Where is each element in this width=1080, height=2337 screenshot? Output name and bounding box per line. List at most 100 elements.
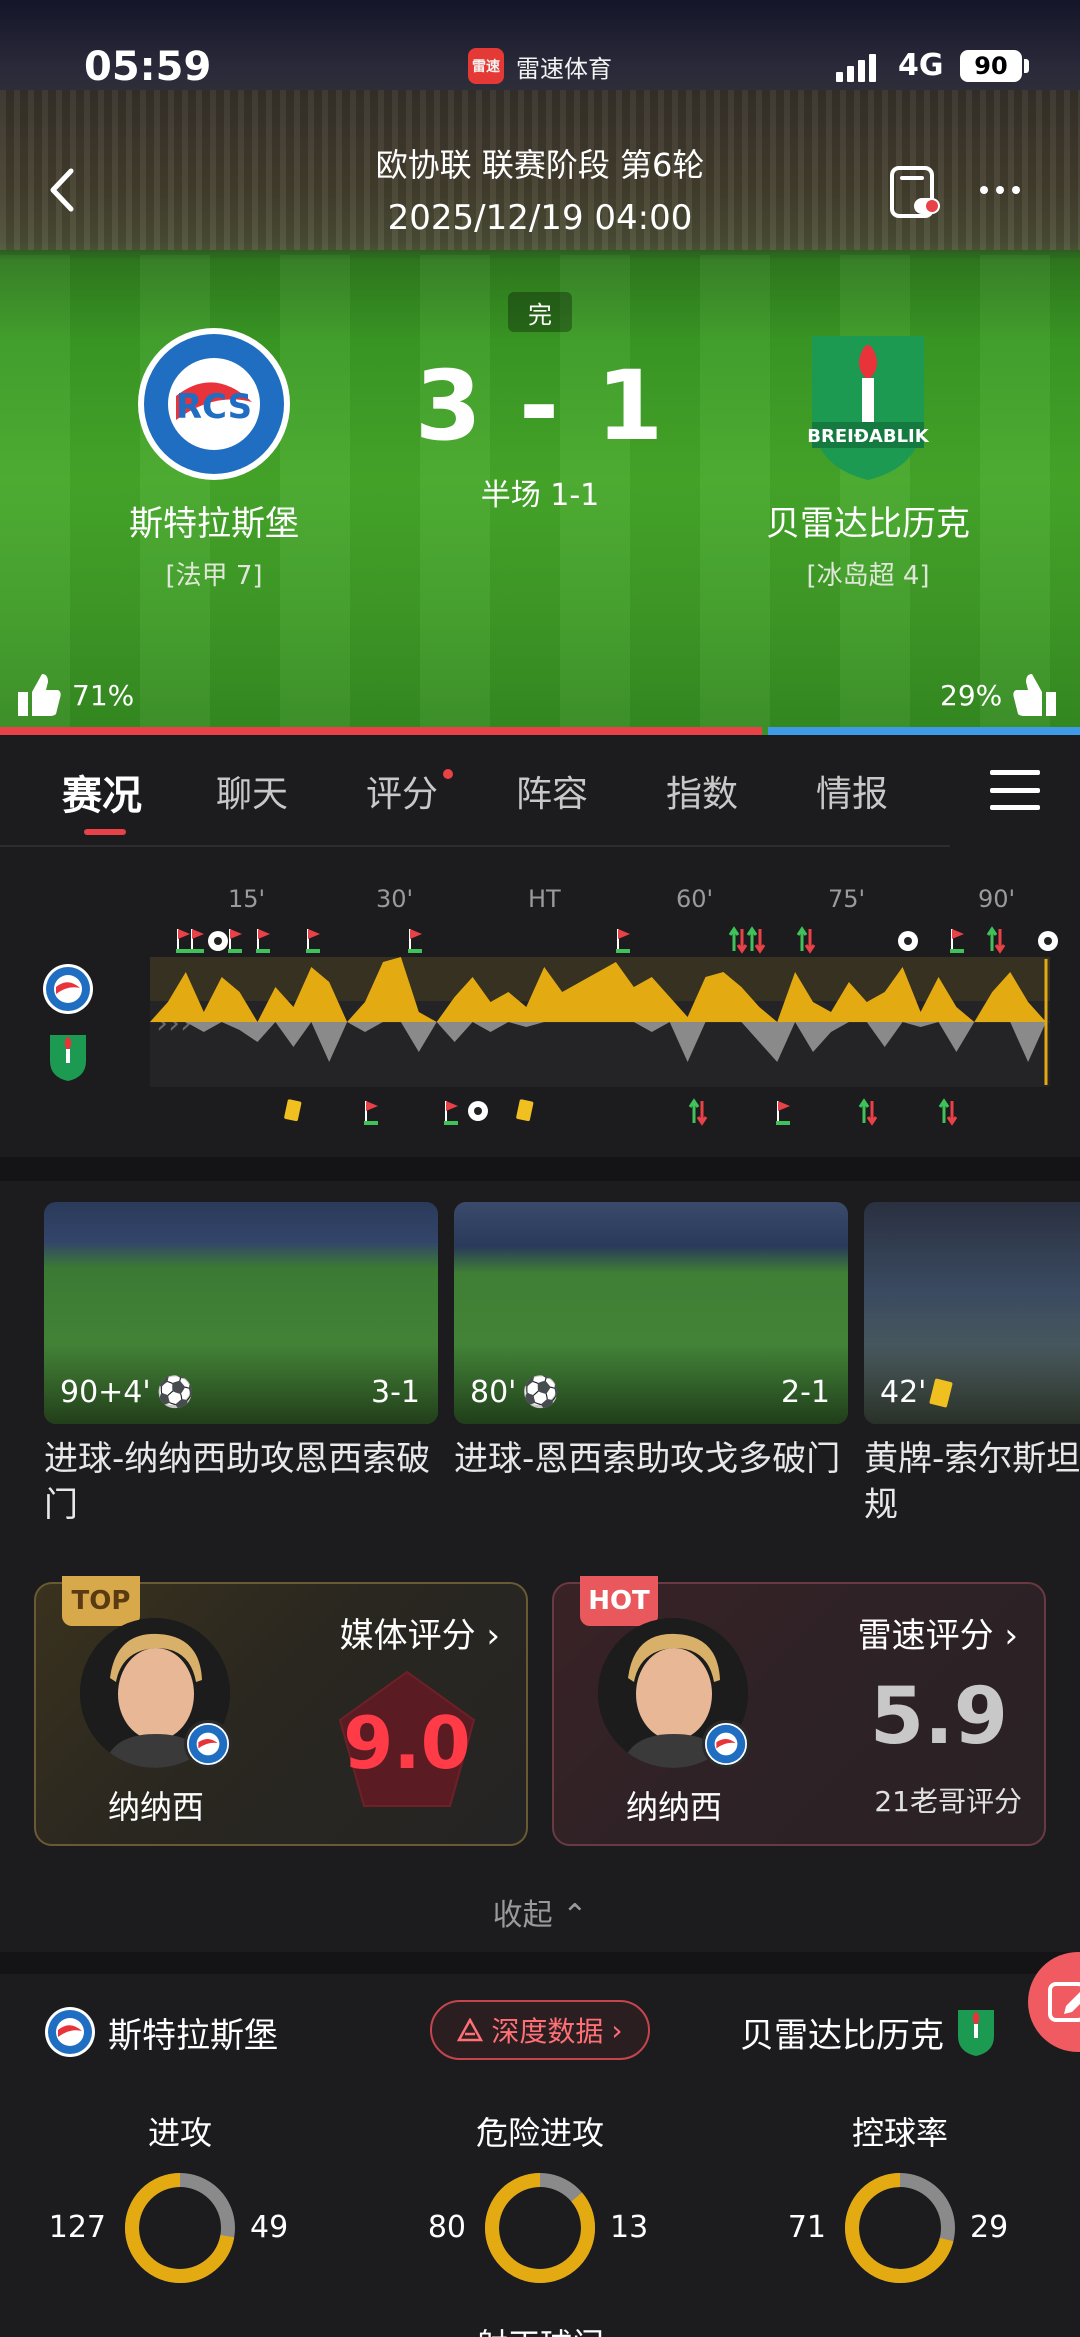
- fan-rating-label[interactable]: 雷速评分 ›: [858, 1608, 1018, 1657]
- yellow-card-icon: [929, 1377, 954, 1408]
- more-button[interactable]: [970, 170, 1030, 210]
- goal-icon: [468, 1101, 488, 1121]
- stat-away-value: 13: [610, 2210, 649, 2245]
- clip-title: 进球-纳纳西助攻恩西索破门: [44, 1439, 431, 1525]
- tab-odds[interactable]: 指数: [666, 765, 738, 817]
- clip-minute: 42': [880, 1375, 954, 1410]
- section-gap: [0, 1952, 1080, 1974]
- tab-intel[interactable]: 情报: [816, 765, 888, 817]
- home-vote-bar: [0, 727, 762, 735]
- stat-ring: [485, 2173, 595, 2283]
- away-vote-bar: [768, 727, 1080, 735]
- section-gap: [0, 1157, 1080, 1181]
- svg-text:RCS: RCS: [176, 387, 252, 427]
- substitution-icon: [746, 926, 766, 954]
- svg-text:BREIÐABLIK: BREIÐABLIK: [807, 426, 929, 447]
- stats-away-team: 贝雷达比历克: [740, 2006, 996, 2058]
- home-team[interactable]: RCS 斯特拉斯堡 [法甲 7]: [84, 326, 344, 592]
- player-name: 纳纳西: [625, 1788, 722, 1826]
- stat-away-value: 49: [250, 2210, 289, 2245]
- clip-score: 2-1: [781, 1375, 830, 1410]
- away-team-small-logo-icon: [958, 2010, 994, 2056]
- home-vote-button[interactable]: 71%: [14, 670, 134, 720]
- away-vote-percent: 29%: [940, 678, 1003, 712]
- chevron-right-icon: ›: [1004, 1616, 1018, 1656]
- stat-possession: 控球率 71 29: [720, 2108, 1080, 2283]
- stats-header: 斯特拉斯堡 深度数据 › 贝雷达比历克: [0, 1974, 1080, 2104]
- hot-ribbon: HOT: [580, 1576, 658, 1626]
- app-name-label: 雷速体育: [516, 54, 612, 83]
- highlight-clip[interactable]: 90+4' ⚽ 3-1 进球-纳纳西助攻恩西索破门: [44, 1202, 438, 1528]
- goal-icon: ⚽: [156, 1375, 195, 1410]
- stat-away-value: 29: [970, 2210, 1009, 2245]
- home-team-small-logo-icon: [45, 2007, 95, 2057]
- corner-flag-icon: [176, 929, 190, 953]
- network-type: 4G: [898, 48, 944, 83]
- cast-button[interactable]: [886, 164, 944, 222]
- club-badge-icon: [702, 1720, 750, 1768]
- stats-home-team: 斯特拉斯堡: [44, 2006, 278, 2058]
- club-badge-icon: [184, 1720, 232, 1768]
- battery-cap: [1024, 59, 1029, 73]
- app-name: 雷速 雷速体育: [468, 48, 612, 84]
- stat-title: 进攻: [147, 2114, 212, 2152]
- svg-text:9.0: 9.0: [343, 1701, 471, 1785]
- stat-title: 控球率: [851, 2114, 948, 2152]
- clip-thumbnail: 90+4' ⚽ 3-1: [44, 1202, 438, 1424]
- highlight-clip[interactable]: 42' 黄牌-索尔斯坦比历克) 犯规: [864, 1202, 1080, 1528]
- stat-attack: 进攻 127 49: [0, 2108, 360, 2283]
- tab-ratings[interactable]: 评分: [366, 765, 438, 817]
- edit-icon: [1048, 1982, 1080, 2022]
- tab-bar: 赛况 聊天 评分 阵容 指数 情报: [0, 735, 1080, 845]
- substitution-icon: [728, 926, 748, 954]
- tab-lineup[interactable]: 阵容: [516, 765, 588, 817]
- strasbourg-logo-icon: RCS: [138, 328, 290, 480]
- stat-home-value: 71: [787, 2210, 826, 2245]
- deep-data-button[interactable]: 深度数据 ›: [430, 2000, 650, 2060]
- corner-flag-icon: [306, 929, 320, 953]
- momentum-chart: ›››: [150, 926, 1058, 1126]
- phone-cast-icon: [890, 166, 940, 218]
- media-rating-label[interactable]: 媒体评分 ›: [340, 1608, 500, 1657]
- match-timeline[interactable]: 15' 30' HT 60' 75' 90' ›››: [0, 847, 1080, 1157]
- home-team-league: [法甲 7]: [165, 561, 263, 591]
- substitution-icon: [986, 926, 1006, 954]
- media-rating-card[interactable]: TOP 纳纳西 媒体评分 › 9.0: [34, 1576, 528, 1846]
- tab-chat[interactable]: 聊天: [216, 765, 288, 817]
- next-stat-title: 射正球门: [0, 2320, 1080, 2337]
- away-team[interactable]: BREIÐABLIK 贝雷达比历克 [冰岛超 4]: [738, 326, 998, 592]
- tab-underline: [84, 829, 126, 835]
- yellow-card-icon: [284, 1099, 302, 1122]
- collapse-button[interactable]: 收起 ⌃: [0, 1890, 1080, 1934]
- substitution-icon: [858, 1098, 878, 1126]
- stat-ring: [845, 2173, 955, 2283]
- highlight-clip[interactable]: 80' ⚽ 2-1 进球-恩西索助攻戈多破门: [454, 1202, 848, 1482]
- corner-flag-icon: [256, 929, 270, 953]
- away-vote-button[interactable]: 29%: [940, 670, 1060, 720]
- chevron-up-icon: ⌃: [562, 1898, 588, 1933]
- clip-score: 3-1: [371, 1375, 420, 1410]
- top-ribbon: TOP: [62, 1576, 140, 1626]
- goal-icon: [898, 931, 918, 951]
- clip-minute: 80' ⚽: [470, 1375, 560, 1410]
- clip-title: 进球-恩西索助攻戈多破门: [454, 1439, 841, 1479]
- clip-thumbnail: 80' ⚽ 2-1: [454, 1202, 848, 1424]
- tab-live[interactable]: 赛况: [62, 763, 142, 821]
- home-vote-percent: 71%: [72, 678, 135, 712]
- corner-flag-icon: [616, 929, 630, 953]
- breidablik-logo-icon: BREIÐABLIK: [807, 336, 930, 480]
- fan-rating-value: 5.9: [869, 1672, 1008, 1762]
- corner-flag-icon: [190, 929, 204, 953]
- thumbs-up-icon: [1013, 674, 1057, 716]
- stat-ring: [125, 2173, 235, 2283]
- corner-flag-icon: [950, 929, 964, 953]
- fan-rating-card[interactable]: HOT 纳纳西 雷速评分 › 5.9 21老哥评分: [552, 1576, 1046, 1846]
- clip-title: 黄牌-索尔斯坦比历克) 犯规: [864, 1439, 1080, 1525]
- corner-flag-icon: [364, 1101, 378, 1125]
- signal-icon: [836, 54, 876, 82]
- player-name: 纳纳西: [107, 1788, 204, 1826]
- corner-flag-icon: [408, 929, 422, 953]
- clip-minute: 90+4' ⚽: [60, 1375, 195, 1410]
- menu-button[interactable]: [990, 770, 1040, 810]
- stat-home-value: 80: [427, 2210, 466, 2245]
